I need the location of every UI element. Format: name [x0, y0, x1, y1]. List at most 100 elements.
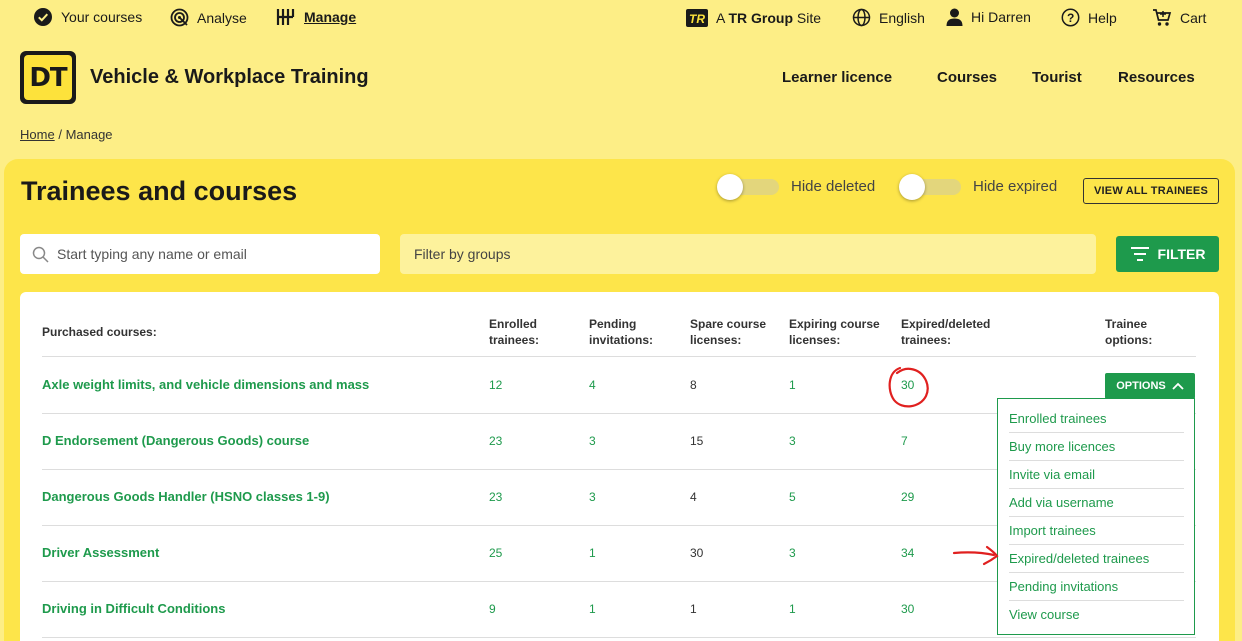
expired-count[interactable]: 29: [901, 490, 914, 504]
header-expiring-line2: licenses:: [789, 333, 841, 347]
course-name-link[interactable]: Driving in Difficult Conditions: [42, 601, 225, 616]
nav-courses[interactable]: Courses: [937, 69, 997, 86]
view-all-trainees-button[interactable]: VIEW ALL TRAINEES: [1083, 178, 1219, 204]
enrolled-count[interactable]: 25: [489, 546, 502, 560]
search-input[interactable]: [57, 246, 357, 262]
header-expired: Expired/deleted trainees:: [901, 316, 990, 348]
expiring-count[interactable]: 3: [789, 546, 796, 560]
account-menu[interactable]: Hi Darren: [946, 8, 1031, 26]
breadcrumb-current: Manage: [65, 127, 113, 142]
expired-count[interactable]: 30: [901, 378, 914, 392]
header-enrolled-line1: Enrolled: [489, 317, 538, 331]
menu-item-buy-more-licences[interactable]: Buy more licences: [1009, 433, 1184, 461]
breadcrumb: Home / Manage: [20, 127, 113, 142]
header-pending-line1: Pending: [589, 317, 637, 331]
pending-count[interactable]: 1: [589, 546, 596, 560]
help-label: Help: [1088, 9, 1117, 26]
header-options-line2: options:: [1105, 333, 1153, 347]
expiring-count[interactable]: 3: [789, 434, 796, 448]
enrolled-count[interactable]: 12: [489, 378, 502, 392]
header-expiring: Expiring course licenses:: [789, 316, 880, 348]
expiring-count[interactable]: 5: [789, 490, 796, 504]
menu-item-add-via-username[interactable]: Add via username: [1009, 489, 1184, 517]
pending-count[interactable]: 3: [589, 434, 596, 448]
enrolled-count[interactable]: 9: [489, 602, 496, 616]
menu-item-pending-invitations[interactable]: Pending invitations: [1009, 573, 1184, 601]
hide-deleted-toggle[interactable]: Hide deleted: [717, 173, 876, 200]
help-icon: ?: [1061, 8, 1080, 27]
manage-label: Manage: [304, 9, 357, 25]
greeting-label: Hi Darren: [971, 9, 1031, 25]
row-divider: [42, 637, 1196, 638]
filter-icon: [1130, 247, 1149, 261]
page-title: Trainees and courses: [21, 176, 298, 206]
hide-expired-label: Hide expired: [973, 178, 1058, 195]
cart-link[interactable]: Cart: [1152, 8, 1206, 27]
check-circle-icon: [34, 8, 52, 26]
filter-button[interactable]: FILTER: [1116, 236, 1219, 272]
analyse-label: Analyse: [197, 9, 247, 26]
menu-item-expired-deleted-trainees[interactable]: Expired/deleted trainees: [1009, 545, 1184, 573]
course-name-link[interactable]: Driver Assessment: [42, 545, 159, 560]
spare-count: 15: [690, 434, 704, 448]
site-brand: TR Group: [728, 10, 794, 26]
hide-deleted-label: Hide deleted: [791, 178, 876, 195]
header-options: Trainee options:: [1105, 316, 1152, 348]
breadcrumb-home[interactable]: Home: [20, 127, 55, 142]
pending-count[interactable]: 3: [589, 490, 596, 504]
enrolled-count[interactable]: 23: [489, 490, 502, 504]
nav-tourist[interactable]: Tourist: [1032, 69, 1082, 86]
site-title: Vehicle & Workplace Training: [90, 66, 369, 88]
help-link[interactable]: ? Help: [1061, 8, 1117, 27]
your-courses-link[interactable]: Your courses: [34, 8, 142, 26]
header-enrolled: Enrolled trainees:: [489, 316, 539, 348]
expiring-count[interactable]: 1: [789, 378, 796, 392]
gear-shift-icon: [276, 9, 295, 25]
cart-label: Cart: [1180, 9, 1207, 26]
menu-item-invite-via-email[interactable]: Invite via email: [1009, 461, 1184, 489]
course-name-link[interactable]: D Endorsement (Dangerous Goods) course: [42, 433, 309, 448]
expiring-count[interactable]: 1: [789, 602, 796, 616]
tr-group-logo-icon: TR: [686, 9, 708, 27]
header-expired-line1: Expired/deleted: [901, 317, 991, 331]
menu-item-import-trainees[interactable]: Import trainees: [1009, 517, 1184, 545]
analyse-link[interactable]: Analyse: [170, 8, 247, 27]
search-box[interactable]: [20, 234, 380, 274]
header-options-line1: Trainee: [1105, 317, 1148, 331]
expired-count[interactable]: 30: [901, 602, 914, 616]
header-pending: Pending invitations:: [589, 316, 653, 348]
expired-count[interactable]: 34: [901, 546, 914, 560]
menu-item-enrolled-trainees[interactable]: Enrolled trainees: [1009, 405, 1184, 433]
header-expiring-line1: Expiring course: [789, 317, 880, 331]
spare-count: 30: [690, 546, 704, 560]
expired-count[interactable]: 7: [901, 434, 908, 448]
spare-count: 1: [690, 602, 697, 616]
language-selector[interactable]: English: [852, 8, 925, 27]
hide-expired-switch[interactable]: [899, 173, 961, 200]
menu-item-view-course[interactable]: View course: [1009, 601, 1184, 629]
site-logo[interactable]: DT: [20, 51, 76, 104]
hide-deleted-switch[interactable]: [717, 173, 779, 200]
pending-count[interactable]: 1: [589, 602, 596, 616]
course-name-link[interactable]: Axle weight limits, and vehicle dimensio…: [42, 377, 369, 392]
group-filter-input[interactable]: Filter by groups: [400, 234, 1096, 274]
options-button[interactable]: OPTIONS: [1105, 373, 1195, 399]
tr-group-site-link[interactable]: TR A TR Group Site: [686, 8, 821, 28]
trainee-options-menu: Enrolled trainees Buy more licences Invi…: [997, 398, 1195, 635]
cart-icon: [1153, 9, 1172, 26]
header-spare-line2: licenses:: [690, 333, 742, 347]
nav-resources[interactable]: Resources: [1118, 69, 1195, 86]
utility-bar: Your courses Analyse Manage TR A TR Grou…: [0, 0, 1242, 38]
nav-learner-licence[interactable]: Learner licence: [782, 69, 892, 86]
course-name-link[interactable]: Dangerous Goods Handler (HSNO classes 1-…: [42, 489, 330, 504]
hide-expired-toggle[interactable]: Hide expired: [899, 173, 1058, 200]
filter-label: FILTER: [1157, 246, 1206, 262]
pending-count[interactable]: 4: [589, 378, 596, 392]
enrolled-count[interactable]: 23: [489, 434, 502, 448]
chevron-up-icon: [1172, 382, 1184, 390]
header-spare: Spare course licenses:: [690, 316, 766, 348]
search-icon: [32, 246, 49, 263]
header-expired-line2: trainees:: [901, 333, 952, 347]
manage-link[interactable]: Manage: [276, 8, 356, 26]
header-purchased-courses: Purchased courses:: [42, 325, 157, 339]
